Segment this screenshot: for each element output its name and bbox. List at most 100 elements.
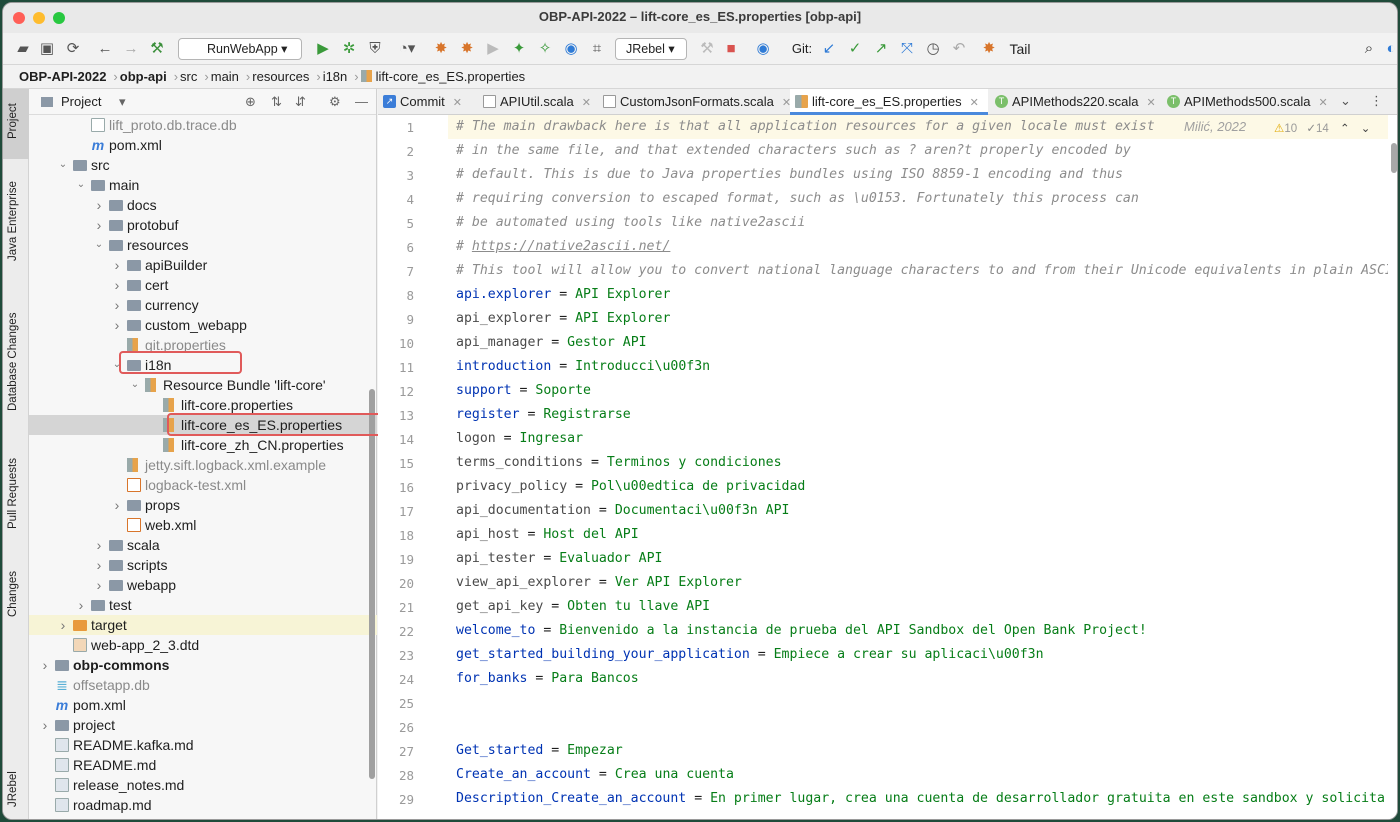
profile-icon[interactable]: ◔▾ xyxy=(393,38,421,60)
editor-tab[interactable]: T APIMethods500.scala ✕ xyxy=(1162,89,1330,115)
editor-tab[interactable]: ↗ Commit ✕ xyxy=(378,89,476,115)
tree-item[interactable]: lift-core.properties xyxy=(29,395,377,415)
close-tab-icon[interactable]: ✕ xyxy=(1146,97,1155,109)
close-tab-icon[interactable]: ✕ xyxy=(1318,97,1327,109)
pull-requests-tool-tab[interactable]: Pull Requests xyxy=(7,458,19,529)
hammer-icon[interactable]: ⚒ xyxy=(697,38,717,60)
tree-item[interactable]: › protobuf xyxy=(29,215,377,235)
expand-all-icon[interactable]: ⇅ xyxy=(271,89,282,115)
save-icon[interactable]: ▣ xyxy=(37,38,57,60)
search-everywhere-icon[interactable]: ◉ xyxy=(753,38,773,60)
code-view[interactable]: # The main drawback here is that all app… xyxy=(448,115,1388,819)
tree-item[interactable]: ≣ offsetapp.db xyxy=(29,675,377,695)
tree-item[interactable]: › cert xyxy=(29,275,377,295)
chevron-right-icon[interactable]: › xyxy=(93,555,105,575)
tree-item[interactable]: release_notes.md xyxy=(29,775,377,795)
tree-item[interactable]: › docs xyxy=(29,195,377,215)
editor-tab[interactable]: APIUtil.scala ✕ xyxy=(478,89,596,115)
breadcrumb-item[interactable]: src xyxy=(180,69,197,84)
chevron-right-icon[interactable]: › xyxy=(93,215,105,235)
tree-item[interactable]: › test xyxy=(29,595,377,615)
tree-item[interactable]: README.md xyxy=(29,755,377,775)
inspection-widget[interactable]: ⚠10 ✓14 ⌃ ⌄ xyxy=(1274,121,1371,135)
tree-item[interactable]: web.xml xyxy=(29,515,377,535)
editor-tab[interactable]: T APIMethods220.scala ✕ xyxy=(990,89,1160,115)
tree-item[interactable]: › scripts xyxy=(29,555,377,575)
chevron-right-icon[interactable]: › xyxy=(75,595,87,615)
breadcrumb-item[interactable]: lift-core_es_ES.properties xyxy=(376,69,526,84)
git-commit-icon[interactable]: ✓ xyxy=(845,38,865,60)
chevron-right-icon[interactable]: › xyxy=(111,315,123,335)
deploy-icon[interactable]: ✦ xyxy=(509,38,529,60)
editor-scrollbar[interactable] xyxy=(1389,115,1397,819)
breadcrumb-item[interactable]: i18n xyxy=(323,69,348,84)
back-arrow-icon[interactable]: ← xyxy=(95,38,115,60)
tree-item[interactable]: lift_proto.db.trace.db xyxy=(29,115,377,135)
chevron-right-icon[interactable]: › xyxy=(111,295,123,315)
git-push-icon[interactable]: ↗ xyxy=(871,38,891,60)
chevron-down-icon[interactable]: ⌄ xyxy=(93,235,105,255)
tree-item[interactable]: ⌄ resources xyxy=(29,235,377,255)
tree-item[interactable]: logback-test.xml xyxy=(29,475,377,495)
chevron-right-icon[interactable]: › xyxy=(57,615,69,635)
jrebel-select[interactable]: JRebel ▾ xyxy=(615,38,687,60)
jrebel-tool-tab[interactable]: JRebel xyxy=(7,771,19,807)
build-hammer-icon[interactable]: ⚒ xyxy=(147,38,167,60)
history-icon[interactable]: ◷ xyxy=(923,38,943,60)
breadcrumb-item[interactable]: resources xyxy=(252,69,309,84)
tree-item[interactable]: web-app_2_3.dtd xyxy=(29,635,377,655)
tree-item[interactable]: lift-core_zh_CN.properties xyxy=(29,435,377,455)
tree-item[interactable]: › apiBuilder xyxy=(29,255,377,275)
comment-link[interactable]: https://native2ascii.net/ xyxy=(472,239,671,254)
run-config-select[interactable]: RunWebApp ▾ xyxy=(178,38,302,60)
jrebel-debug-icon[interactable]: ✸ xyxy=(457,38,477,60)
tree-item[interactable]: › target xyxy=(29,615,377,635)
tree-item[interactable]: jetty.sift.logback.xml.example xyxy=(29,455,377,475)
tree-item[interactable]: ⌄ src xyxy=(29,155,377,175)
chevron-down-icon[interactable]: ⌄ xyxy=(129,375,141,395)
tree-item[interactable]: › scala xyxy=(29,535,377,555)
tabs-menu-chevron-icon[interactable]: ⌄ xyxy=(1340,93,1351,109)
jrebel-run-icon[interactable]: ✸ xyxy=(431,38,451,60)
tail-icon[interactable]: ✸ xyxy=(979,38,999,60)
stop-icon[interactable]: ■ xyxy=(721,38,741,60)
search-icon[interactable]: ⌕ xyxy=(1359,38,1379,60)
breadcrumb-item[interactable]: OBP-API-2022 xyxy=(19,69,106,84)
database-changes-tool-tab[interactable]: Database Changes xyxy=(7,313,19,411)
chevron-right-icon[interactable]: › xyxy=(93,535,105,555)
chevron-right-icon[interactable]: › xyxy=(93,575,105,595)
resume-icon[interactable]: ▶ xyxy=(483,38,503,60)
chevron-down-icon[interactable]: ⌄ xyxy=(75,175,87,195)
java-enterprise-tool-tab[interactable]: Java Enterprise xyxy=(7,181,19,261)
tree-item[interactable]: › custom_webapp xyxy=(29,315,377,335)
chevron-right-icon[interactable]: › xyxy=(111,495,123,515)
tree-item[interactable]: roadmap.md xyxy=(29,795,377,815)
project-panel-title[interactable]: Project xyxy=(61,89,101,115)
project-tool-tab[interactable]: Project xyxy=(7,103,19,139)
remote-icon[interactable]: ⌗ xyxy=(587,38,607,60)
attach-icon[interactable]: ✧ xyxy=(535,38,555,60)
view-mode-chevron-icon[interactable]: ▾ xyxy=(119,89,126,115)
settings-icon[interactable]: ◐ xyxy=(1385,38,1397,60)
chevron-down-icon[interactable]: ⌄ xyxy=(57,155,69,175)
tree-item[interactable]: › webapp xyxy=(29,575,377,595)
more-icon[interactable]: ⋮ xyxy=(1370,93,1383,109)
breadcrumb-item[interactable]: obp-api xyxy=(120,69,167,84)
open-folder-icon[interactable]: ▰ xyxy=(13,38,33,60)
zoom-window-button[interactable] xyxy=(53,12,65,24)
run-icon[interactable]: ▶ xyxy=(313,38,333,60)
close-tab-icon[interactable]: ✕ xyxy=(453,97,462,109)
gear-icon[interactable]: ⚙ xyxy=(329,89,341,115)
tree-item[interactable]: m pom.xml xyxy=(29,695,377,715)
chevron-right-icon[interactable]: › xyxy=(93,195,105,215)
coverage-icon[interactable]: ⛨ xyxy=(365,38,385,60)
git-merge-icon[interactable]: ⤧ xyxy=(897,38,917,60)
locate-file-icon[interactable]: ⊕ xyxy=(245,89,256,115)
collapse-all-icon[interactable]: ⇵ xyxy=(295,89,306,115)
chevron-down-icon[interactable]: ⌄ xyxy=(1361,123,1371,135)
rollback-icon[interactable]: ↶ xyxy=(949,38,969,60)
tree-item[interactable]: › project xyxy=(29,715,377,735)
chevron-up-icon[interactable]: ⌃ xyxy=(1340,123,1350,135)
chevron-right-icon[interactable]: › xyxy=(111,275,123,295)
tree-item[interactable]: ⌄ main xyxy=(29,175,377,195)
